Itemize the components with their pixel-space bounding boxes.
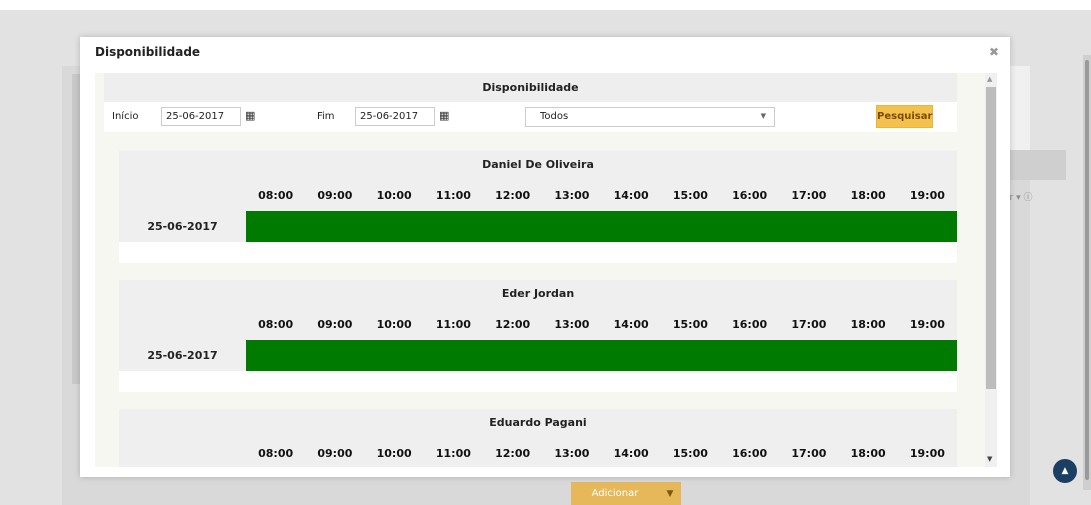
- calendar-icon[interactable]: ▦: [439, 109, 449, 122]
- page-scrollbar-thumb[interactable]: [1085, 60, 1089, 480]
- hour-label: 11:00: [435, 189, 471, 202]
- hour-header: 08:00 09:00 10:00 11:00 12:00 13:00 14:0…: [246, 318, 957, 331]
- hour-label: 09:00: [317, 318, 353, 331]
- background-toolbar-strip: [1006, 150, 1066, 180]
- availability-bar[interactable]: [246, 340, 957, 371]
- hour-label: 10:00: [376, 189, 412, 202]
- filter-bar: Início 25-06-2017 ▦ Fim 25-06-2017 ▦ Tod…: [104, 102, 957, 132]
- chevron-down-icon: ▼: [760, 112, 766, 120]
- hour-label: 14:00: [613, 189, 649, 202]
- person-name: Daniel De Oliveira: [482, 158, 594, 171]
- hour-label: 08:00: [258, 447, 294, 460]
- scroll-to-top-button[interactable]: ▲: [1053, 459, 1077, 483]
- hour-label: 08:00: [258, 318, 294, 331]
- hour-label: 12:00: [495, 447, 531, 460]
- hour-label: 14:00: [613, 447, 649, 460]
- availability-bar[interactable]: [246, 211, 957, 242]
- professional-select[interactable]: Todos ▼: [525, 107, 775, 127]
- hour-label: 08:00: [258, 189, 294, 202]
- end-date-label: Fim: [317, 111, 335, 122]
- calendar-icon[interactable]: ▦: [245, 109, 255, 122]
- hour-label: 18:00: [850, 447, 886, 460]
- modal-scrollbar-thumb[interactable]: [986, 87, 996, 389]
- hour-label: 12:00: [495, 318, 531, 331]
- background-left-column: [72, 74, 80, 384]
- hour-label: 12:00: [495, 189, 531, 202]
- hour-label: 17:00: [791, 447, 827, 460]
- hour-header: 08:00 09:00 10:00 11:00 12:00 13:00 14:0…: [246, 189, 957, 202]
- page-top-bar: [0, 0, 1091, 10]
- hour-label: 11:00: [435, 447, 471, 460]
- chevron-up-icon: ▲: [1061, 466, 1069, 476]
- close-icon[interactable]: ✖: [987, 45, 1001, 59]
- search-button[interactable]: Pesquisar: [876, 105, 933, 128]
- professional-select-value: Todos: [540, 111, 569, 122]
- hour-label: 16:00: [732, 447, 768, 460]
- hour-label: 09:00: [317, 447, 353, 460]
- availability-card: Eder Jordan 08:00 09:00 10:00 11:00 12:0…: [119, 280, 957, 392]
- scroll-up-icon[interactable]: ▲: [987, 75, 992, 83]
- start-date-input[interactable]: 25-06-2017: [161, 107, 241, 126]
- add-button[interactable]: Adicionar ▼: [571, 482, 681, 505]
- hour-label: 16:00: [732, 189, 768, 202]
- row-date: 25-06-2017: [147, 349, 218, 362]
- hour-label: 13:00: [554, 189, 590, 202]
- hour-label: 09:00: [317, 189, 353, 202]
- section-title: Disponibilidade: [482, 81, 579, 94]
- hour-label: 17:00: [791, 189, 827, 202]
- availability-card: Daniel De Oliveira 08:00 09:00 10:00 11:…: [119, 151, 957, 263]
- hour-label: 18:00: [850, 189, 886, 202]
- add-button-label: Adicionar: [591, 488, 639, 499]
- hour-label: 19:00: [909, 189, 945, 202]
- end-date-input[interactable]: 25-06-2017: [355, 107, 435, 126]
- hour-label: 10:00: [376, 318, 412, 331]
- chevron-down-icon: ▾: [1016, 193, 1021, 203]
- person-name: Eder Jordan: [501, 287, 575, 300]
- hour-label: 17:00: [791, 318, 827, 331]
- modal-scrollbar[interactable]: ▲ ▼: [985, 73, 997, 467]
- start-date-label: Início: [112, 111, 139, 122]
- availability-card: Eduardo Pagani 08:00 09:00 10:00 11:00 1…: [119, 409, 957, 467]
- availability-modal: Disponibilidade ✖ Disponibilidade Início…: [80, 37, 1010, 477]
- hour-label: 13:00: [554, 447, 590, 460]
- hour-label: 19:00: [909, 447, 945, 460]
- person-name: Eduardo Pagani: [489, 416, 587, 429]
- hour-label: 19:00: [909, 318, 945, 331]
- scroll-down-icon[interactable]: ▼: [987, 455, 992, 463]
- card-footer: [119, 242, 957, 263]
- hour-label: 15:00: [672, 318, 708, 331]
- hour-header: 08:00 09:00 10:00 11:00 12:00 13:00 14:0…: [246, 447, 957, 460]
- hour-label: 11:00: [435, 318, 471, 331]
- dropdown-arrow-icon[interactable]: ▼: [659, 489, 681, 499]
- row-date: 25-06-2017: [147, 220, 218, 233]
- hour-label: 15:00: [672, 189, 708, 202]
- hour-label: 13:00: [554, 318, 590, 331]
- hour-label: 18:00: [850, 318, 886, 331]
- modal-body: Disponibilidade Início 25-06-2017 ▦ Fim …: [95, 73, 985, 467]
- modal-title: Disponibilidade: [95, 45, 201, 59]
- hour-label: 15:00: [672, 447, 708, 460]
- hour-label: 14:00: [613, 318, 649, 331]
- hour-label: 16:00: [732, 318, 768, 331]
- info-icon[interactable]: ⓘ: [1024, 193, 1033, 203]
- card-footer: [119, 371, 957, 392]
- section-header: Disponibilidade: [104, 73, 957, 102]
- hour-label: 10:00: [376, 447, 412, 460]
